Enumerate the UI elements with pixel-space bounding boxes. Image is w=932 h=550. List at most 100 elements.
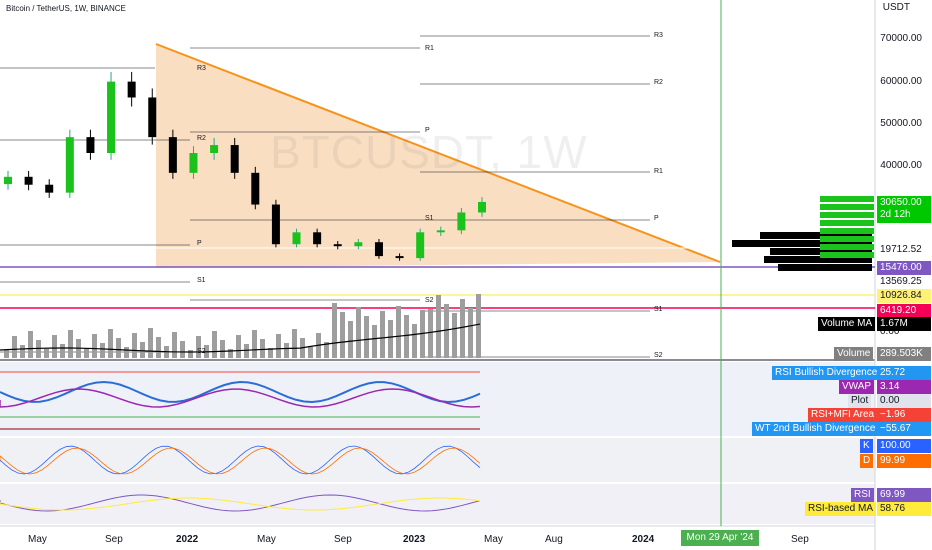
pivot-label: P bbox=[197, 240, 202, 247]
vwap-label: VWAP bbox=[839, 380, 875, 394]
volume-bar bbox=[388, 320, 393, 358]
stoch-k-label: K bbox=[860, 439, 873, 453]
volume-bar bbox=[132, 333, 137, 358]
volume-bar bbox=[116, 338, 121, 358]
candle-body bbox=[86, 137, 95, 153]
price-tick: 40000.00 bbox=[880, 160, 922, 171]
candle-body bbox=[354, 242, 363, 247]
volume-profile-green bbox=[820, 228, 874, 234]
candle-body bbox=[148, 97, 157, 138]
volume-bar bbox=[332, 303, 337, 358]
candle-body bbox=[271, 204, 280, 245]
volume-profile-green bbox=[820, 252, 874, 258]
volume-bar bbox=[348, 321, 353, 358]
pivot-label: R1 bbox=[425, 45, 434, 52]
time-label: Sep bbox=[105, 534, 123, 545]
pivot-label: R3 bbox=[654, 32, 663, 39]
price-tag-10926: 10926.84 bbox=[877, 289, 931, 303]
candle-body bbox=[4, 176, 12, 185]
volume-bar bbox=[156, 337, 161, 358]
candle-body bbox=[127, 81, 136, 98]
volume-bar bbox=[148, 328, 153, 358]
price-tag-15476: 15476.00 bbox=[877, 261, 931, 275]
candle-body bbox=[333, 244, 342, 247]
pivot-label: P bbox=[425, 127, 430, 134]
candle-body bbox=[251, 172, 260, 205]
time-label: 2023 bbox=[403, 534, 426, 545]
time-label: May bbox=[257, 534, 276, 545]
volume-ma-label: Volume MA bbox=[818, 317, 876, 331]
rsi-mfi-label: RSI+MFI Area bbox=[808, 408, 878, 422]
time-label: 2024 bbox=[632, 534, 655, 545]
volume-bar bbox=[444, 304, 449, 358]
pivot-label: P bbox=[654, 215, 659, 222]
time-label: Aug bbox=[545, 534, 563, 545]
candle-body bbox=[107, 81, 116, 153]
volume-profile-green bbox=[820, 220, 874, 226]
volume-profile-green bbox=[820, 196, 874, 202]
stoch-k-value: 100.00 bbox=[877, 439, 931, 453]
volume-bar bbox=[188, 350, 193, 358]
candle-body bbox=[374, 242, 383, 257]
plot-value: 0.00 bbox=[877, 394, 931, 408]
volume-bar bbox=[220, 340, 225, 358]
volume-bar bbox=[124, 347, 129, 358]
volume-bar bbox=[92, 334, 97, 358]
volume-value: 289.503K bbox=[877, 347, 931, 361]
volume-bar bbox=[236, 335, 241, 358]
volume-profile-green bbox=[820, 204, 874, 210]
volume-bar bbox=[244, 344, 249, 358]
volume-bar bbox=[44, 349, 49, 358]
volume-bar bbox=[108, 329, 113, 358]
rsi-mfi-value: −1.96 bbox=[877, 408, 931, 422]
candle-body bbox=[210, 145, 219, 153]
volume-bar bbox=[308, 347, 313, 358]
volume-profile-green bbox=[820, 236, 874, 242]
volume-bar bbox=[68, 330, 73, 358]
pivot-label: R1 bbox=[654, 168, 663, 175]
price-tick: 60000.00 bbox=[880, 76, 922, 87]
volume-bar bbox=[292, 329, 297, 358]
time-label: May bbox=[28, 534, 47, 545]
volume-bar bbox=[12, 336, 17, 358]
volume-bar bbox=[212, 331, 217, 358]
candle-body bbox=[65, 137, 74, 193]
symbol-title: Bitcoin / TetherUS, 1W, BINANCE bbox=[6, 4, 126, 13]
volume-bar bbox=[100, 343, 105, 358]
volume-bar bbox=[356, 307, 361, 358]
candle-body bbox=[189, 153, 198, 173]
candle-body bbox=[168, 137, 177, 173]
volume-bar bbox=[380, 311, 385, 358]
volume-bar bbox=[4, 350, 9, 358]
vwap-value: 3.14 bbox=[877, 380, 931, 394]
pivot-label: S2 bbox=[425, 297, 434, 304]
stoch-d-value: 99.99 bbox=[877, 454, 931, 468]
price-tick: 50000.00 bbox=[880, 118, 922, 129]
volume-bar bbox=[260, 339, 265, 358]
pivot-label: S1 bbox=[425, 215, 434, 222]
candle-body bbox=[436, 230, 445, 233]
volume-bar bbox=[140, 342, 145, 358]
candle-body bbox=[24, 176, 33, 185]
rsi-ma-label: RSI-based MA bbox=[805, 502, 877, 516]
pivot-label: S2 bbox=[197, 348, 206, 355]
stoch-pane-bg bbox=[0, 438, 875, 482]
price-tick: 70000.00 bbox=[880, 33, 922, 44]
pivot-label: R3 bbox=[197, 65, 206, 72]
volume-ma-value: 1.67M bbox=[877, 317, 931, 331]
cursor-date-tag: Mon 29 Apr '24 bbox=[681, 530, 759, 546]
candle-body bbox=[478, 201, 486, 213]
candle-body bbox=[230, 145, 239, 173]
volume-bar bbox=[404, 315, 409, 358]
pivot-label: S1 bbox=[654, 306, 663, 313]
volume-bar bbox=[28, 331, 33, 358]
price-tag-13569: 13569.25 bbox=[877, 275, 925, 289]
candle-body bbox=[416, 232, 425, 259]
candle-body bbox=[45, 184, 54, 193]
chart-canvas[interactable] bbox=[0, 0, 932, 550]
volume-bar bbox=[436, 295, 441, 358]
rsi-bull-div-label: RSI Bullish Divergence bbox=[772, 366, 881, 380]
volume-bar bbox=[20, 345, 25, 358]
pivot-label: S2 bbox=[654, 352, 663, 359]
volume-bar bbox=[52, 335, 57, 358]
